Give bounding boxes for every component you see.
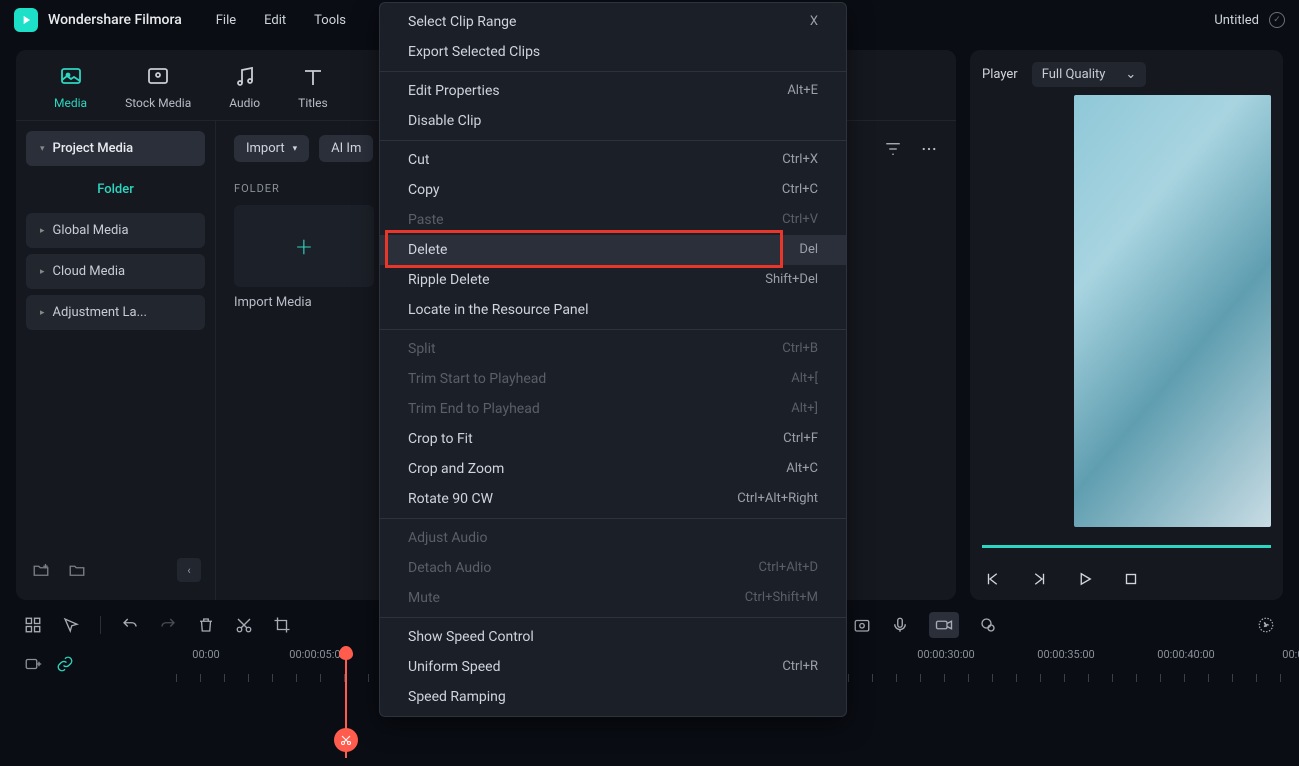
quality-select[interactable]: Full Quality⌄ bbox=[1032, 62, 1147, 87]
media-sidebar: ▾Project Media Folder ▸Global Media ▸Clo… bbox=[16, 121, 216, 600]
app-title: Wondershare Filmora bbox=[48, 12, 182, 28]
context-menu-item: Trim End to PlayheadAlt+] bbox=[380, 394, 846, 424]
music-note-icon bbox=[232, 64, 258, 90]
context-menu-item[interactable]: DeleteDel bbox=[380, 235, 846, 265]
context-menu-item[interactable]: Show Speed Control bbox=[380, 622, 846, 652]
folder-icon[interactable] bbox=[66, 559, 88, 581]
sidebar-global-media[interactable]: ▸Global Media bbox=[26, 213, 205, 248]
context-menu-item[interactable]: Edit PropertiesAlt+E bbox=[380, 76, 846, 106]
context-menu-item: Adjust Audio bbox=[380, 523, 846, 553]
cursor-icon[interactable] bbox=[62, 616, 80, 634]
context-menu-item: MuteCtrl+Shift+M bbox=[380, 583, 846, 613]
add-track-icon[interactable] bbox=[24, 655, 42, 673]
chevron-down-icon: ▾ bbox=[293, 144, 298, 154]
prev-frame-button[interactable] bbox=[984, 570, 1002, 588]
sidebar-adjustment-layer[interactable]: ▸Adjustment La... bbox=[26, 295, 205, 330]
record-icon[interactable] bbox=[929, 612, 959, 638]
context-menu-item[interactable]: Rotate 90 CWCtrl+Alt+Right bbox=[380, 484, 846, 514]
chevron-down-icon: ⌄ bbox=[1125, 67, 1136, 82]
plus-icon: + bbox=[296, 230, 312, 263]
screenshot-icon[interactable] bbox=[853, 616, 871, 634]
context-menu: Select Clip RangeXExport Selected Clips E… bbox=[379, 2, 847, 717]
preview-viewport[interactable] bbox=[1074, 95, 1271, 527]
context-menu-item: Detach AudioCtrl+Alt+D bbox=[380, 553, 846, 583]
context-menu-item[interactable]: Crop to FitCtrl+F bbox=[380, 424, 846, 454]
sidebar-project-media[interactable]: ▾Project Media bbox=[26, 131, 205, 166]
redo-icon[interactable] bbox=[159, 616, 177, 634]
context-menu-item: Trim Start to PlayheadAlt+[ bbox=[380, 364, 846, 394]
context-menu-item: PasteCtrl+V bbox=[380, 205, 846, 235]
context-menu-item[interactable]: CopyCtrl+C bbox=[380, 175, 846, 205]
sidebar-folder[interactable]: Folder bbox=[26, 172, 205, 207]
text-icon bbox=[300, 64, 326, 90]
menu-file[interactable]: File bbox=[216, 13, 236, 28]
tab-stock-media[interactable]: Stock Media bbox=[125, 64, 191, 110]
import-media-card[interactable]: + bbox=[234, 205, 374, 287]
menu-tools[interactable]: Tools bbox=[314, 13, 346, 28]
collapse-sidebar-icon[interactable]: ‹ bbox=[177, 558, 201, 582]
render-icon[interactable] bbox=[1257, 616, 1275, 634]
crop-icon[interactable] bbox=[273, 616, 291, 634]
context-menu-item[interactable]: CutCtrl+X bbox=[380, 145, 846, 175]
app-logo bbox=[14, 8, 38, 32]
chevron-right-icon: ▸ bbox=[40, 226, 45, 236]
import-button[interactable]: Import▾ bbox=[234, 135, 309, 162]
context-menu-item[interactable]: Speed Ramping bbox=[380, 682, 846, 712]
document-title: Untitled bbox=[1214, 13, 1259, 28]
more-icon[interactable] bbox=[920, 140, 938, 158]
context-menu-item[interactable]: Ripple DeleteShift+Del bbox=[380, 265, 846, 295]
preview-panel: Player Full Quality⌄ bbox=[970, 50, 1283, 600]
context-menu-item[interactable]: Uniform SpeedCtrl+R bbox=[380, 652, 846, 682]
sidebar-cloud-media[interactable]: ▸Cloud Media bbox=[26, 254, 205, 289]
voiceover-icon[interactable] bbox=[891, 616, 909, 634]
chevron-right-icon: ▸ bbox=[40, 308, 45, 318]
tab-media[interactable]: Media bbox=[54, 64, 87, 110]
chevron-down-icon: ▾ bbox=[40, 144, 45, 154]
context-menu-item[interactable]: Locate in the Resource Panel bbox=[380, 295, 846, 325]
context-menu-item[interactable]: Crop and ZoomAlt+C bbox=[380, 454, 846, 484]
playhead-cut-icon[interactable] bbox=[334, 728, 358, 752]
play-button[interactable] bbox=[1076, 570, 1094, 588]
context-menu-item[interactable]: Select Clip RangeX bbox=[380, 7, 846, 37]
context-menu-item: SplitCtrl+B bbox=[380, 334, 846, 364]
tab-titles[interactable]: Titles bbox=[298, 64, 327, 110]
image-icon bbox=[58, 64, 84, 90]
preview-progress[interactable] bbox=[982, 545, 1271, 548]
next-frame-button[interactable] bbox=[1030, 570, 1048, 588]
ai-button[interactable]: AI Im bbox=[319, 135, 373, 162]
new-folder-icon[interactable] bbox=[30, 559, 52, 581]
undo-icon[interactable] bbox=[121, 616, 139, 634]
tab-audio[interactable]: Audio bbox=[229, 64, 260, 110]
player-label: Player bbox=[982, 67, 1018, 82]
stop-button[interactable] bbox=[1122, 570, 1140, 588]
filter-icon[interactable] bbox=[884, 140, 902, 158]
grid-icon[interactable] bbox=[24, 616, 42, 634]
menu-edit[interactable]: Edit bbox=[264, 13, 286, 28]
cloud-image-icon bbox=[145, 64, 171, 90]
cut-icon[interactable] bbox=[235, 616, 253, 634]
link-icon[interactable] bbox=[56, 655, 74, 673]
context-menu-item[interactable]: Disable Clip bbox=[380, 106, 846, 136]
sync-status-icon[interactable]: ✓ bbox=[1269, 12, 1285, 28]
chevron-right-icon: ▸ bbox=[40, 267, 45, 277]
context-menu-item[interactable]: Export Selected Clips bbox=[380, 37, 846, 67]
effects-icon[interactable] bbox=[979, 616, 997, 634]
delete-icon[interactable] bbox=[197, 616, 215, 634]
